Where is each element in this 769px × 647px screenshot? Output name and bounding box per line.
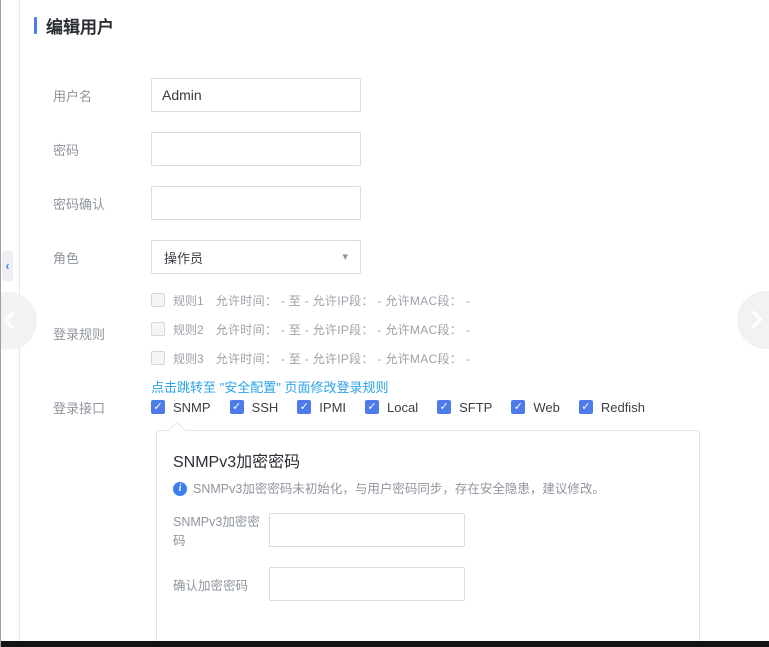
checkbox-checked-icon[interactable]: ✓ [230,400,244,414]
snmpv3-password-panel: SNMPv3加密密码 i SNMPv3加密密码未初始化，与用户密码同步，存在安全… [156,430,700,647]
interface-label: SSH [252,400,279,415]
bottom-window-edge [1,641,769,647]
role-row: 角色 操作员 ▾ [53,240,361,274]
username-row: 用户名 [53,78,361,112]
interface-checkbox-ssh[interactable]: ✓ SSH [230,400,279,415]
page-header: 编辑用户 [34,13,114,38]
username-label: 用户名 [53,86,151,105]
login-rule-row-2[interactable]: 规则2 允许时间： - 至 - 允许IP段： - 允许MAC段： - [151,319,470,339]
interface-checkbox-redfish[interactable]: ✓ Redfish [579,400,645,415]
login-interfaces-label: 登录接口 [53,398,151,417]
login-rules-label: 登录规则 [53,324,151,396]
rule-detail: 允许时间： - 至 - 允许IP段： - 允许MAC段： - [216,321,470,338]
checkbox-checked-icon[interactable]: ✓ [579,400,593,414]
interface-label: Web [533,400,560,415]
snmpv3-panel-title: SNMPv3加密密码 [173,448,683,472]
carousel-prev-button[interactable] [0,292,37,350]
password-confirm-label: 密码确认 [53,194,151,213]
login-interfaces-section: 登录接口 ✓ SNMP ✓ SSH ✓ IPMI ✓ Local ✓ SFTP [53,393,664,421]
rule-detail: 允许时间： - 至 - 允许IP段： - 允许MAC段： - [216,292,470,309]
user-form: 用户名 密码 密码确认 角色 操作员 ▾ [53,78,361,294]
interface-checkbox-ipmi[interactable]: ✓ IPMI [297,400,346,415]
snmpv3-password-confirm-input[interactable] [269,567,465,601]
snmpv3-password-row: SNMPv3加密密码 [173,511,683,549]
interface-checkbox-local[interactable]: ✓ Local [365,400,418,415]
interface-label: SNMP [173,400,211,415]
title-accent-bar [34,17,37,34]
checkbox-unchecked-icon[interactable] [151,322,165,336]
rule-name: 规则3 [173,350,204,367]
login-rules-list: 规则1 允许时间： - 至 - 允许IP段： - 允许MAC段： - 规则2 允… [151,290,470,396]
login-interfaces-list: ✓ SNMP ✓ SSH ✓ IPMI ✓ Local ✓ SFTP ✓ Web [151,400,664,415]
caret-down-icon: ▾ [342,252,348,263]
snmpv3-info-row: i SNMPv3加密密码未初始化，与用户密码同步，存在安全隐患，建议修改。 [173,481,683,497]
info-icon: i [173,482,187,496]
page-title: 编辑用户 [46,13,114,38]
interface-checkbox-sftp[interactable]: ✓ SFTP [437,400,492,415]
rule-name: 规则2 [173,321,204,338]
snmpv3-password-confirm-label: 确认加密密码 [173,575,269,594]
checkbox-checked-icon[interactable]: ✓ [365,400,379,414]
chevron-right-icon [744,310,762,328]
chevron-left-icon: ‹ [6,260,10,272]
password-label: 密码 [53,140,151,159]
interface-checkbox-web[interactable]: ✓ Web [511,400,560,415]
edit-user-page: 编辑用户 用户名 密码 密码确认 角色 操作员 ▾ 登录规则 规则1 [0,0,769,647]
checkbox-unchecked-icon[interactable] [151,351,165,365]
login-rule-row-1[interactable]: 规则1 允许时间： - 至 - 允许IP段： - 允许MAC段： - [151,290,470,310]
interface-checkbox-snmp[interactable]: ✓ SNMP [151,400,211,415]
role-label: 角色 [53,248,151,267]
snmpv3-password-input[interactable] [269,513,465,547]
interface-label: Redfish [601,400,645,415]
checkbox-checked-icon[interactable]: ✓ [151,400,165,414]
snmpv3-info-text: SNMPv3加密密码未初始化，与用户密码同步，存在安全隐患，建议修改。 [193,481,605,497]
checkbox-checked-icon[interactable]: ✓ [437,400,451,414]
interface-label: IPMI [319,400,346,415]
username-input[interactable] [151,78,361,112]
password-confirm-input[interactable] [151,186,361,220]
checkbox-checked-icon[interactable]: ✓ [297,400,311,414]
password-confirm-row: 密码确认 [53,186,361,220]
login-rule-row-3[interactable]: 规则3 允许时间： - 至 - 允许IP段： - 允许MAC段： - [151,348,470,368]
snmpv3-password-label: SNMPv3加密密码 [173,511,269,549]
password-row: 密码 [53,132,361,166]
panel-pointer-notch [169,422,186,439]
interface-label: SFTP [459,400,492,415]
chevron-left-icon [3,311,21,329]
sidebar-collapse-tab[interactable]: ‹ [2,251,13,281]
checkbox-checked-icon[interactable]: ✓ [511,400,525,414]
checkbox-unchecked-icon[interactable] [151,293,165,307]
carousel-next-button[interactable] [737,291,769,349]
password-input[interactable] [151,132,361,166]
role-select[interactable]: 操作员 ▾ [151,240,361,274]
login-rules-section: 登录规则 规则1 允许时间： - 至 - 允许IP段： - 允许MAC段： - … [53,290,470,396]
rule-detail: 允许时间： - 至 - 允许IP段： - 允许MAC段： - [216,350,470,367]
snmpv3-password-confirm-row: 确认加密密码 [173,567,683,601]
interface-label: Local [387,400,418,415]
rule-name: 规则1 [173,292,204,309]
role-select-value: 操作员 [164,248,203,267]
